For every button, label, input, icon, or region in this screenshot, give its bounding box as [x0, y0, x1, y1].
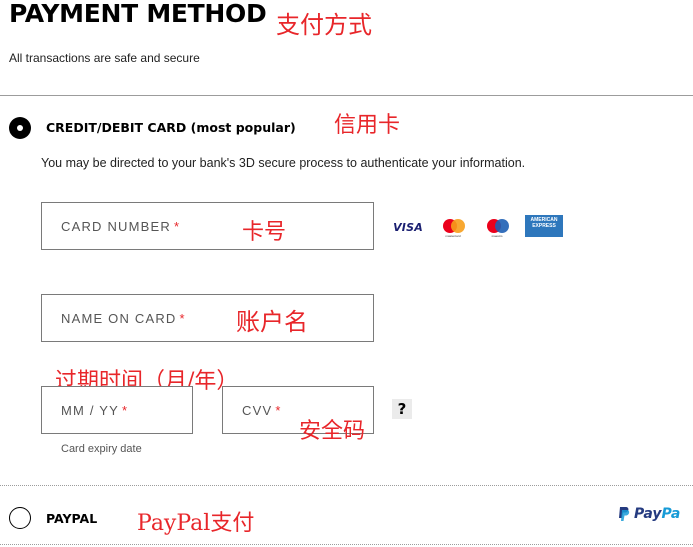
required-mark: *: [122, 403, 129, 418]
expiry-caption: Card expiry date: [61, 443, 142, 455]
name-on-card-placeholder: NAME ON CARD *: [61, 311, 186, 326]
cvv-help-button[interactable]: ?: [392, 399, 412, 419]
mastercard-icon: mastercard: [440, 219, 466, 239]
expiry-placeholder: MM / YY *: [61, 403, 129, 418]
card-number-annotation: 卡号: [242, 220, 287, 245]
name-on-card-field[interactable]: NAME ON CARD *: [41, 294, 374, 342]
paypal-p-icon: [619, 507, 630, 521]
3d-secure-note: You may be directed to your bank's 3D se…: [41, 156, 526, 170]
card-number-placeholder: CARD NUMBER *: [61, 219, 181, 234]
paypal-label[interactable]: PAYPAL: [46, 511, 97, 526]
header-divider: [0, 95, 693, 96]
expiry-field[interactable]: MM / YY *: [41, 386, 193, 434]
visa-icon: VISA: [393, 220, 423, 234]
page-subtitle: All transactions are safe and secure: [9, 51, 200, 65]
card-number-field[interactable]: CARD NUMBER *: [41, 202, 374, 250]
option-divider: [0, 485, 693, 486]
amex-icon: AMERICAN EXPRESS: [525, 215, 563, 237]
cvv-placeholder: CVV *: [242, 403, 282, 418]
paypal-logo: PayPa: [618, 506, 680, 522]
credit-card-label[interactable]: CREDIT/DEBIT CARD (most popular): [46, 120, 296, 135]
maestro-icon: maestro: [484, 219, 510, 239]
name-on-card-annotation: 账户名: [236, 308, 308, 336]
credit-card-radio[interactable]: [9, 117, 31, 139]
credit-card-annotation: 信用卡: [334, 113, 401, 138]
required-mark: *: [173, 219, 181, 234]
required-mark: *: [179, 311, 186, 326]
bottom-divider: [0, 544, 693, 545]
title-annotation: 支付方式: [276, 11, 372, 39]
cvv-annotation: 安全码: [299, 419, 366, 444]
required-mark: *: [275, 403, 282, 418]
paypal-radio[interactable]: [9, 507, 31, 529]
page-title: PAYMENT METHOD: [9, 0, 267, 28]
paypal-annotation: PayPal支付: [137, 511, 255, 536]
